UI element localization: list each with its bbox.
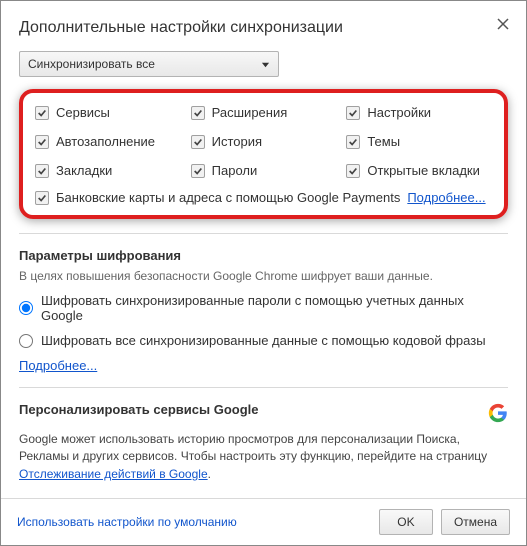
activity-tracking-link[interactable]: Отслеживание действий в Google bbox=[19, 467, 208, 481]
dropdown-value: Синхронизировать все bbox=[28, 57, 155, 71]
chevron-down-icon bbox=[261, 60, 270, 69]
sync-item[interactable]: Темы bbox=[346, 134, 492, 149]
use-defaults-link[interactable]: Использовать настройки по умолчанию bbox=[17, 515, 237, 529]
sync-item-label: Пароли bbox=[212, 163, 258, 178]
payments-more-link[interactable]: Подробнее... bbox=[407, 190, 485, 205]
dialog-footer: Использовать настройки по умолчанию OK О… bbox=[1, 498, 526, 545]
radio-encrypt-passwords[interactable] bbox=[19, 301, 33, 315]
ok-button[interactable]: OK bbox=[379, 509, 433, 535]
encrypt-all-option[interactable]: Шифровать все синхронизированные данные … bbox=[19, 333, 508, 348]
encryption-more-link[interactable]: Подробнее... bbox=[19, 358, 97, 373]
close-icon bbox=[497, 18, 509, 30]
divider bbox=[19, 387, 508, 388]
sync-item[interactable]: Сервисы bbox=[35, 105, 181, 120]
sync-item[interactable]: Открытые вкладки bbox=[346, 163, 492, 178]
sync-item[interactable]: Автозаполнение bbox=[35, 134, 181, 149]
sync-item[interactable]: Пароли bbox=[191, 163, 337, 178]
checkbox[interactable] bbox=[35, 135, 49, 149]
sync-item[interactable]: Настройки bbox=[346, 105, 492, 120]
sync-item-label: Сервисы bbox=[56, 105, 110, 120]
radio-label: Шифровать синхронизированные пароли с по… bbox=[41, 293, 508, 323]
sync-item[interactable]: История bbox=[191, 134, 337, 149]
sync-item-label: Настройки bbox=[367, 105, 431, 120]
encrypt-passwords-option[interactable]: Шифровать синхронизированные пароли с по… bbox=[19, 293, 508, 323]
sync-item-label: Расширения bbox=[212, 105, 288, 120]
checkbox[interactable] bbox=[346, 135, 360, 149]
sync-item[interactable]: Расширения bbox=[191, 105, 337, 120]
checkbox[interactable] bbox=[35, 191, 49, 205]
personalize-body: Google может использовать историю просмо… bbox=[19, 431, 508, 483]
sync-mode-dropdown[interactable]: Синхронизировать все bbox=[19, 51, 279, 77]
radio-encrypt-all[interactable] bbox=[19, 334, 33, 348]
divider bbox=[19, 233, 508, 234]
radio-label: Шифровать все синхронизированные данные … bbox=[41, 333, 486, 348]
personalize-text: Google может использовать историю просмо… bbox=[19, 432, 487, 463]
personalize-title: Персонализировать сервисы Google bbox=[19, 402, 258, 417]
checkbox[interactable] bbox=[35, 164, 49, 178]
dialog-title: Дополнительные настройки синхронизации bbox=[19, 19, 508, 37]
sync-item[interactable]: Закладки bbox=[35, 163, 181, 178]
payments-label: Банковские карты и адреса с помощью Goog… bbox=[56, 190, 400, 205]
checkbox[interactable] bbox=[191, 164, 205, 178]
sync-options-panel: Сервисы Расширения Настройки Автозаполнение… bbox=[19, 89, 508, 219]
checkbox[interactable] bbox=[346, 164, 360, 178]
checkbox[interactable] bbox=[191, 106, 205, 120]
cancel-button[interactable]: Отмена bbox=[441, 509, 510, 535]
encryption-title: Параметры шифрования bbox=[19, 248, 508, 263]
sync-item-label: Закладки bbox=[56, 163, 112, 178]
checkbox[interactable] bbox=[346, 106, 360, 120]
sync-item-label: Открытые вкладки bbox=[367, 163, 480, 178]
checkbox[interactable] bbox=[35, 106, 49, 120]
google-logo-icon bbox=[488, 403, 508, 423]
encryption-desc: В целях повышения безопасности Google Ch… bbox=[19, 269, 508, 283]
sync-item-label: Автозаполнение bbox=[56, 134, 155, 149]
checkbox[interactable] bbox=[191, 135, 205, 149]
sync-item-label: Темы bbox=[367, 134, 400, 149]
close-button[interactable] bbox=[494, 15, 512, 33]
sync-item-label: История bbox=[212, 134, 262, 149]
